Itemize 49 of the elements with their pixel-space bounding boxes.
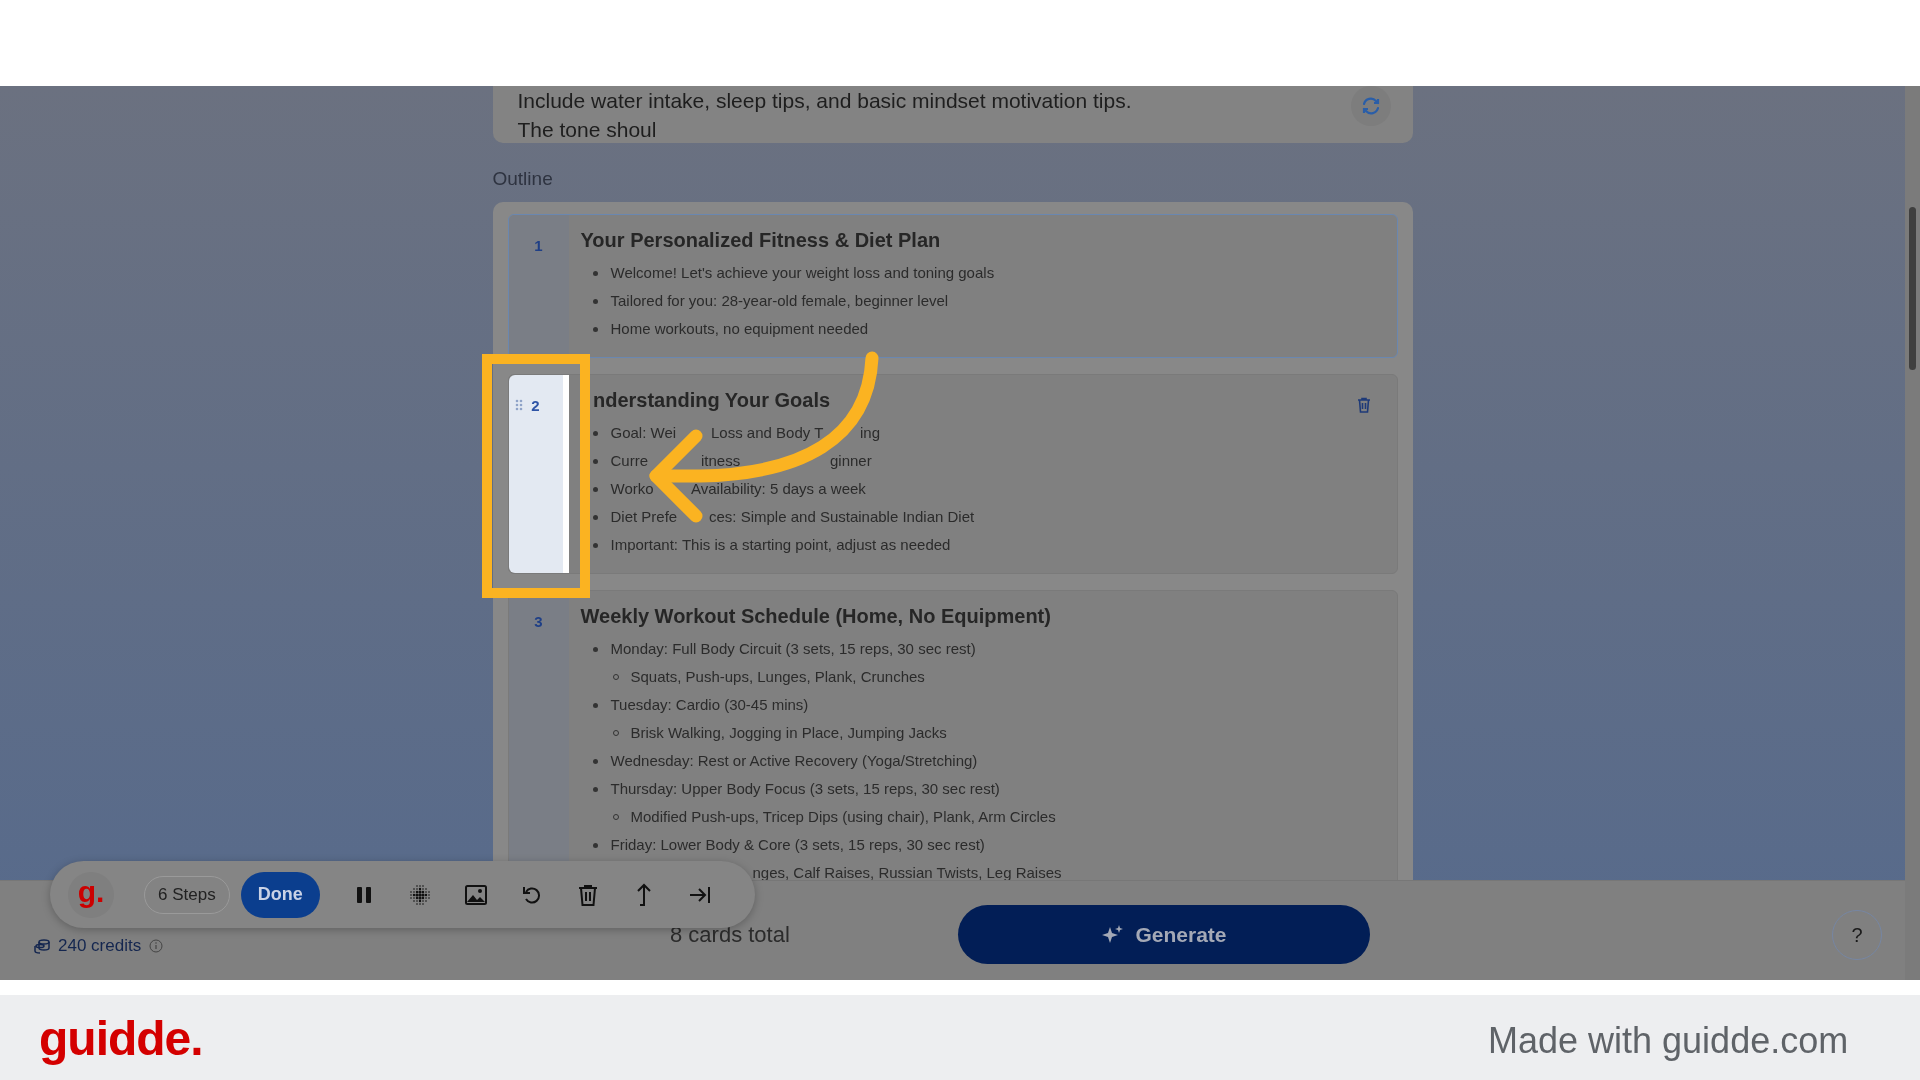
card-title: Weekly Workout Schedule (Home, No Equipment) [580, 605, 1051, 627]
blur-icon[interactable] [407, 882, 432, 907]
bullet-text: Important: This is a starting point, adjust as needed [610, 535, 951, 555]
help-button[interactable]: ? [1832, 910, 1882, 960]
brand-logo: guidde. [39, 1011, 203, 1067]
scrollbar[interactable] [1905, 86, 1920, 980]
prompt-text-area[interactable]: Include water intake, sleep tips, and basic mindset motivation tips. The tone shoul [492, 86, 1413, 143]
bullet-text: Modified Push-ups, Tricep Dips (using chair), Plank, Arm Circles [630, 807, 1056, 827]
card-number: 1 [534, 236, 543, 256]
section-label: Outline [492, 167, 554, 191]
bullet-text: Loss and Body T [711, 423, 824, 443]
card-number: 2 [531, 396, 540, 416]
trash-icon[interactable] [1356, 397, 1371, 413]
card-number: 3 [534, 612, 543, 632]
made-with-text: Made with guidde.com [1488, 1019, 1849, 1063]
bullet-text: Home workouts, no equipment needed [610, 319, 869, 339]
toolbar-logo: g. [68, 871, 114, 918]
bullet-text: Availability: 5 days a week [691, 479, 866, 499]
drag-handle-icon[interactable] [514, 399, 523, 411]
steps-button[interactable]: 6 Steps [144, 875, 230, 914]
prompt-text-line: The tone shoul [517, 117, 657, 143]
coins-icon [34, 937, 50, 954]
done-button[interactable]: Done [240, 871, 320, 918]
bullet-text: Worko [610, 479, 654, 499]
bullet-text: itness [701, 451, 741, 471]
bullet-text: Diet Prefe [610, 507, 678, 527]
credits-count: 240 credits [58, 935, 142, 957]
bullet-text: Monday: Full Body Circuit (3 sets, 15 reps, 30 sec rest) [610, 639, 976, 659]
bullet-text: Tailored for you: 28-year-old female, beginner level [610, 291, 949, 311]
bullet-text: Wednesday: Rest or Active Recovery (Yoga/Stretching) [610, 751, 978, 771]
bullet-text: Tuesday: Cardio (30-45 mins) [610, 695, 809, 715]
outline-card[interactable] [507, 374, 1398, 574]
bullet-text: Thursday: Upper Body Focus (3 sets, 15 reps, 30 sec rest) [610, 779, 1000, 799]
bullet-text: Goal: Wei [610, 423, 677, 443]
bullet-text: ginner [830, 451, 872, 471]
bullet-text: Welcome! Let's achieve your weight loss and toning goals [610, 263, 995, 283]
bullet-text: Friday: Lower Body & Core (3 sets, 15 reps, 30 sec rest) [610, 835, 985, 855]
card-title: nderstanding Your Goals [593, 388, 831, 413]
generate-button[interactable]: Generate [958, 905, 1370, 964]
bullet-text: Curre [610, 451, 648, 471]
image-icon[interactable] [463, 882, 488, 907]
outline-card[interactable] [507, 590, 1398, 880]
card-title: Your Personalized Fitness & Diet Plan [580, 229, 941, 251]
bullet-text: Brisk Walking, Jogging in Place, Jumping Jacks [630, 723, 947, 743]
prompt-text-line: Include water intake, sleep tips, and basic mindset motivation tips. [517, 88, 1132, 114]
bullet-text: ces: Simple and Sustainable Indian Diet [709, 507, 975, 527]
outline-card[interactable]: 1 Your Personalized Fitness & Diet Plan Welcome! Let's achieve your weight loss and toning goals Tailored for you: 28-year-old female, beginner level Home workouts, no equipment needed [507, 214, 1398, 358]
bullet-text: Squats, Push-ups, Lunges, Plank, Crunches [630, 667, 925, 687]
bullet-text: ing [860, 423, 881, 443]
